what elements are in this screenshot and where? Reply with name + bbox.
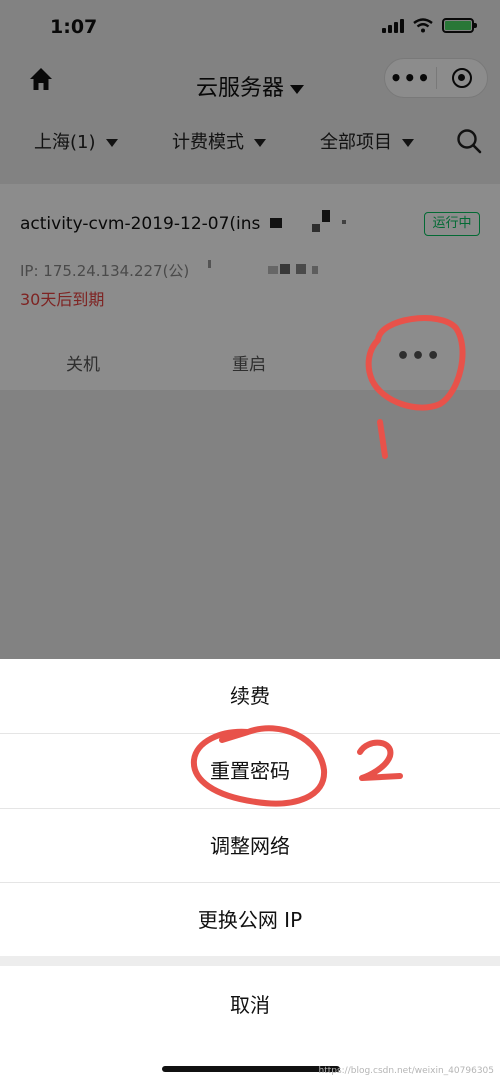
sheet-gap [0,956,500,966]
change-public-ip-option[interactable]: 更换公网 IP [0,883,500,957]
action-sheet: 续费 重置密码 调整网络 更换公网 IP 取消 [0,659,500,1082]
watermark: https://blog.csdn.net/weixin_40796305 [318,1066,494,1076]
renew-option[interactable]: 续费 [0,659,500,733]
home-indicator[interactable] [162,1066,340,1072]
reset-password-option[interactable]: 重置密码 [0,734,500,808]
cancel-button[interactable]: 取消 [0,968,500,1042]
adjust-network-option[interactable]: 调整网络 [0,809,500,883]
